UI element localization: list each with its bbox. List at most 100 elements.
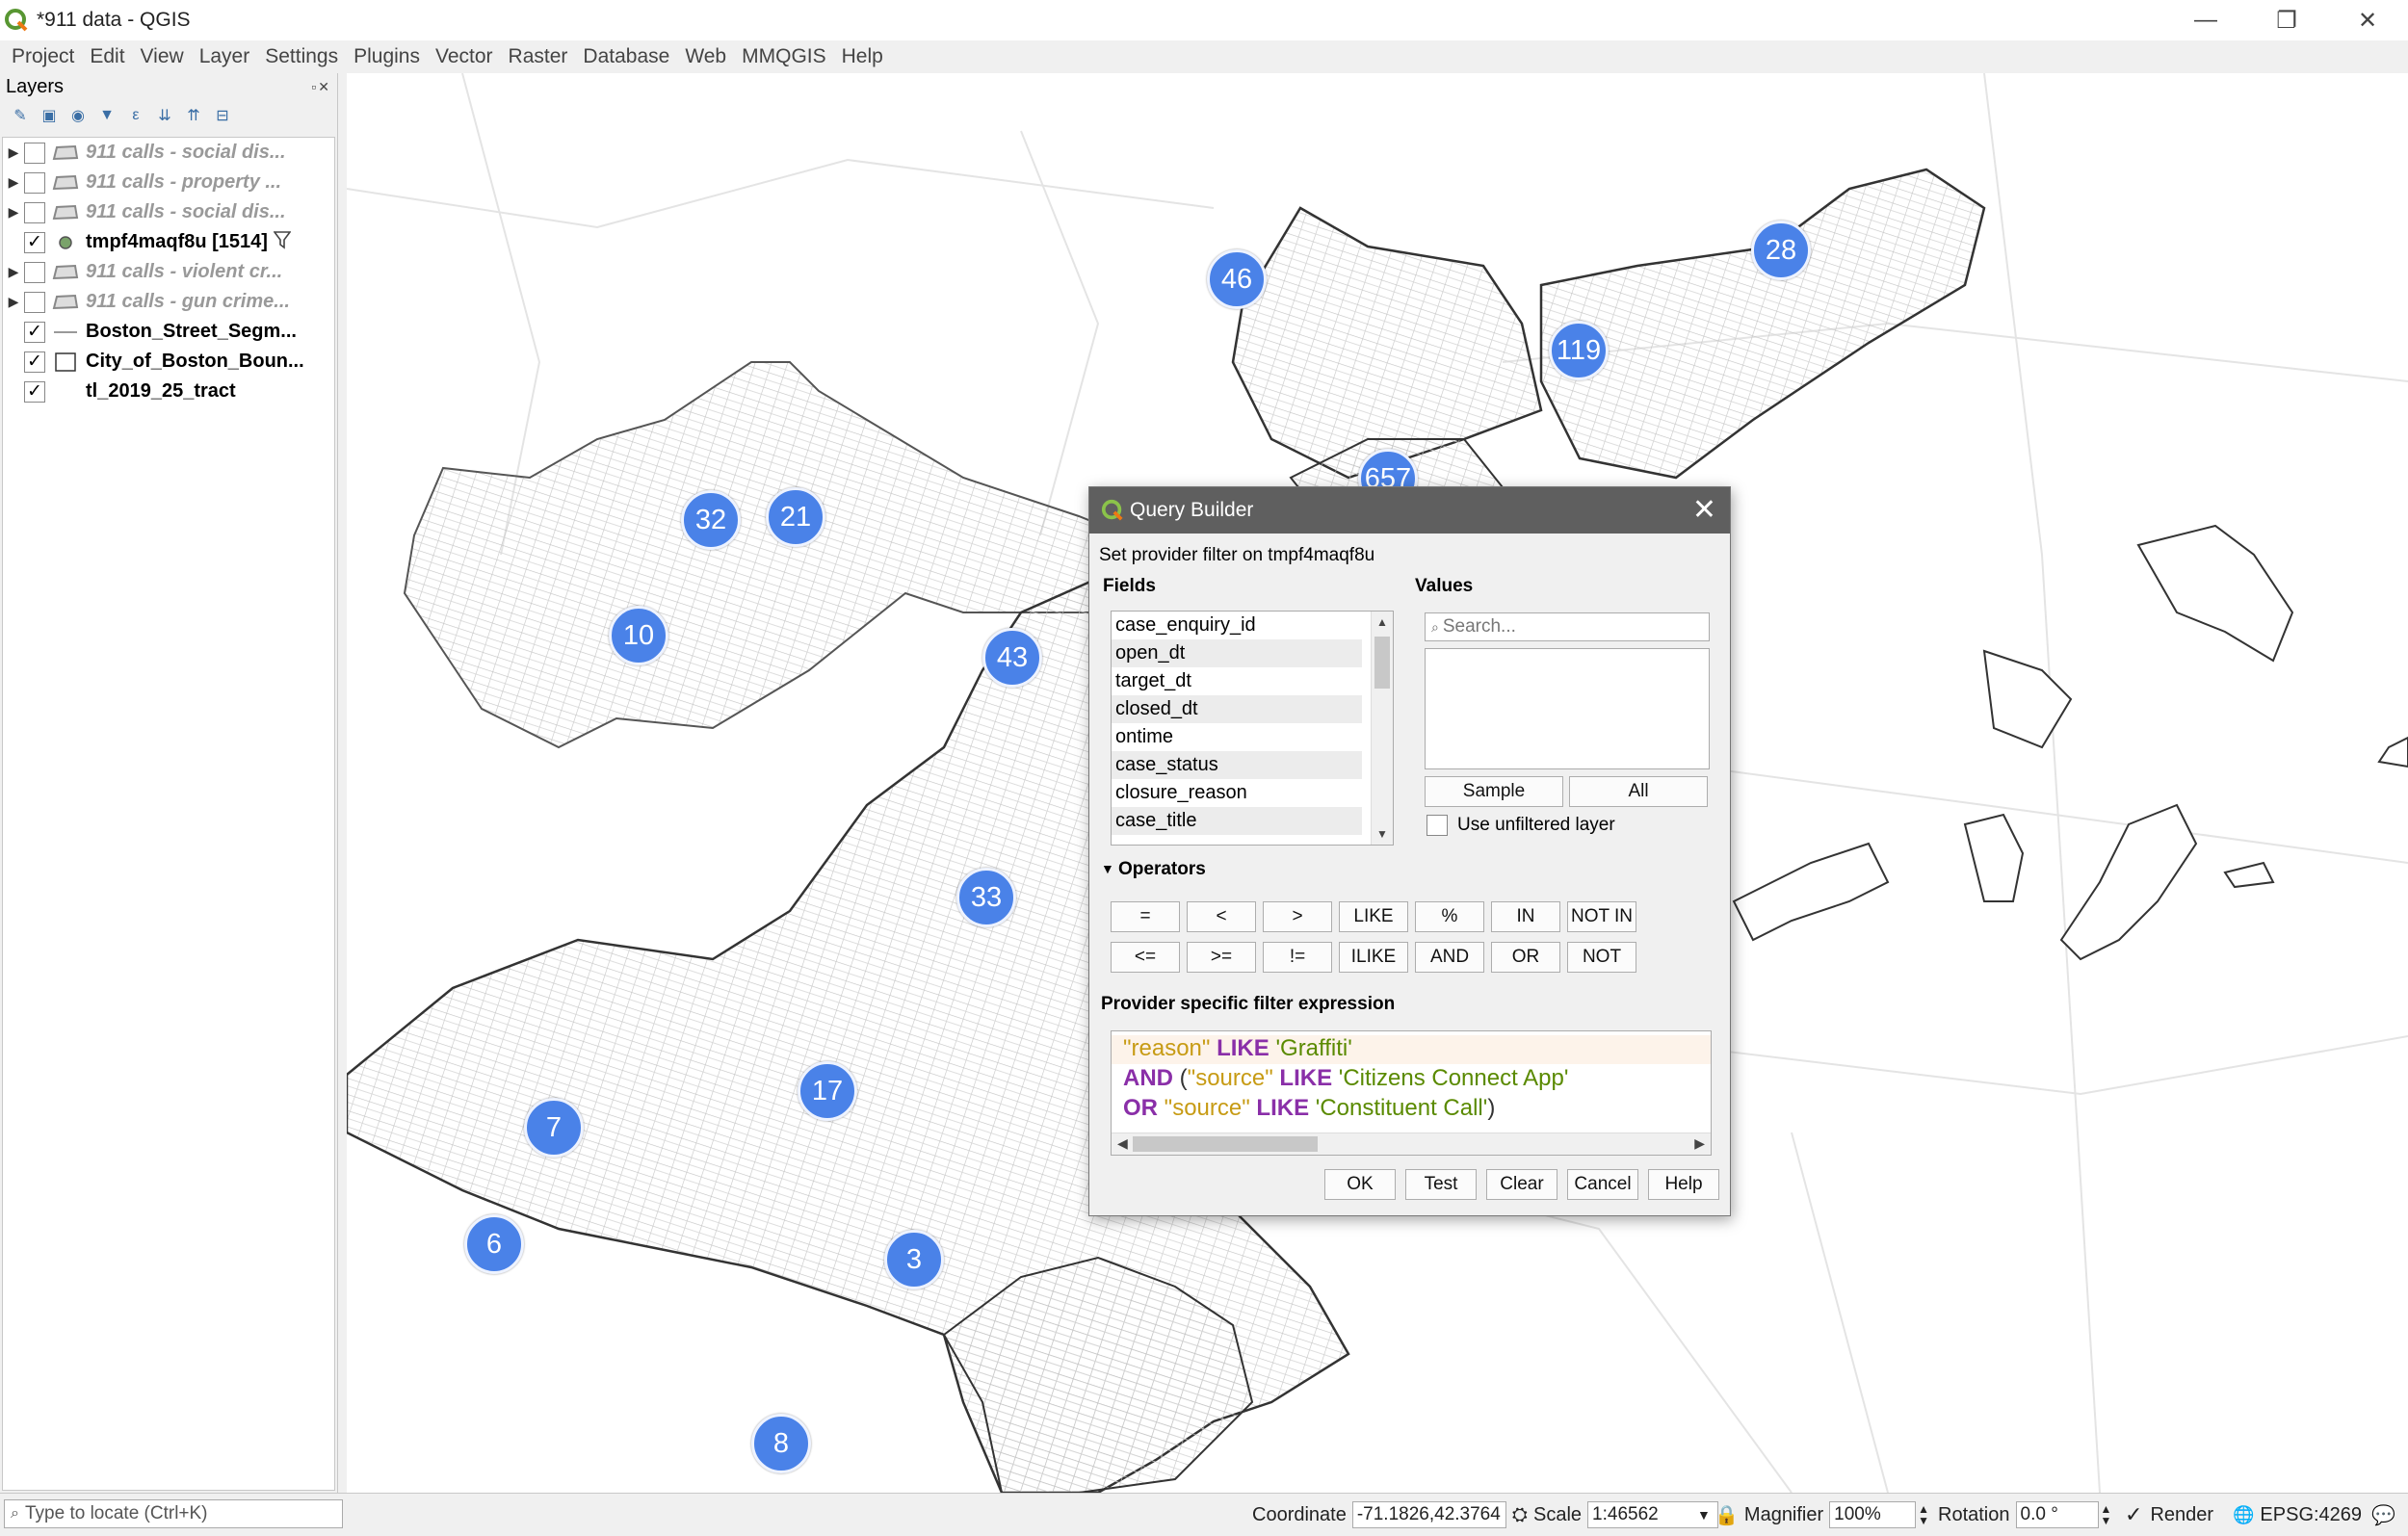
cluster-marker[interactable]: 119 xyxy=(1549,321,1609,380)
locator-input[interactable]: ⌕ Type to locate (Ctrl+K) xyxy=(4,1499,343,1528)
operator-equals-button[interactable]: = xyxy=(1111,901,1180,932)
operator-less-button[interactable]: < xyxy=(1187,901,1256,932)
chevron-down-icon[interactable]: ▼ xyxy=(1697,1507,1711,1523)
layer-item[interactable]: ▶ 911 calls - violent cr... xyxy=(3,257,334,287)
menu-edit[interactable]: Edit xyxy=(82,45,132,68)
operator-or-button[interactable]: OR xyxy=(1491,942,1560,973)
expand-arrow-icon[interactable]: ▶ xyxy=(3,204,24,221)
layer-item[interactable]: ✓ tmpf4maqf8u [1514] xyxy=(3,227,334,257)
operator-in-button[interactable]: IN xyxy=(1491,901,1560,932)
scroll-thumb[interactable] xyxy=(1374,637,1390,689)
layer-item[interactable]: ✓ City_of_Boston_Boun... xyxy=(3,347,334,377)
minimize-button[interactable]: — xyxy=(2165,0,2246,40)
operator-not-in-button[interactable]: NOT IN xyxy=(1567,901,1636,932)
menu-layer[interactable]: Layer xyxy=(192,45,258,68)
field-item[interactable]: target_dt xyxy=(1112,667,1362,695)
layer-checkbox[interactable]: ✓ xyxy=(24,380,45,403)
menu-plugins[interactable]: Plugins xyxy=(346,45,428,68)
layer-item[interactable]: ▶ 911 calls - social dis... xyxy=(3,138,334,168)
menu-mmqgis[interactable]: MMQGIS xyxy=(734,45,834,68)
filter-expression-editor[interactable]: "reason" LIKE 'Graffiti' AND ("source" L… xyxy=(1111,1030,1712,1156)
cluster-marker[interactable]: 46 xyxy=(1207,249,1267,309)
help-button[interactable]: Help xyxy=(1648,1169,1719,1200)
cluster-marker[interactable]: 21 xyxy=(766,487,825,547)
spin-arrows-icon[interactable]: ▲ ▼ xyxy=(1918,1503,1929,1526)
fields-list[interactable]: case_enquiry_id open_dt target_dt closed… xyxy=(1111,611,1394,846)
operator-less-equal-button[interactable]: <= xyxy=(1111,942,1180,973)
close-dialog-button[interactable]: ✕ xyxy=(1692,493,1716,527)
cluster-marker[interactable]: 17 xyxy=(798,1061,857,1121)
layer-item[interactable]: ▶ 911 calls - property ... xyxy=(3,168,334,197)
expression-scrollbar[interactable]: ◀ ▶ xyxy=(1112,1132,1711,1155)
layer-item[interactable]: ✓ tl_2019_25_tract xyxy=(3,377,334,406)
field-item[interactable]: open_dt xyxy=(1112,639,1362,667)
scroll-thumb[interactable] xyxy=(1133,1136,1318,1152)
filter-icon[interactable] xyxy=(273,230,292,255)
field-item[interactable]: case_status xyxy=(1112,751,1362,779)
layer-item[interactable]: ✓ Boston_Street_Segm... xyxy=(3,317,334,347)
panel-controls[interactable]: ▫✕ xyxy=(311,79,331,95)
operator-not-equal-button[interactable]: != xyxy=(1263,942,1332,973)
scroll-right-icon[interactable]: ▶ xyxy=(1694,1135,1705,1152)
cluster-marker[interactable]: 33 xyxy=(956,868,1016,927)
add-group-icon[interactable]: ▣ xyxy=(39,105,60,126)
style-manager-icon[interactable]: ✎ xyxy=(10,105,31,126)
magnifier-field[interactable]: 100% xyxy=(1829,1501,1917,1528)
field-item[interactable]: closure_reason xyxy=(1112,779,1362,807)
layer-checkbox[interactable] xyxy=(24,291,45,313)
cluster-marker[interactable]: 6 xyxy=(464,1214,524,1274)
lock-icon[interactable]: 🔒 xyxy=(1714,1503,1739,1527)
rotation-field[interactable]: 0.0 ° xyxy=(2015,1501,2099,1528)
coordinate-field[interactable]: -71.1826,42.3764 xyxy=(1351,1501,1506,1528)
layer-checkbox[interactable] xyxy=(24,261,45,283)
cluster-marker[interactable]: 3 xyxy=(884,1230,944,1289)
cluster-marker[interactable]: 10 xyxy=(609,606,668,665)
fields-scrollbar[interactable]: ▲ ▼ xyxy=(1371,612,1393,845)
cluster-marker[interactable]: 8 xyxy=(751,1414,811,1473)
close-window-button[interactable]: ✕ xyxy=(2327,0,2408,40)
render-checkbox[interactable]: ✓ xyxy=(2125,1502,2142,1527)
field-item[interactable]: case_enquiry_id xyxy=(1112,612,1362,639)
visibility-icon[interactable]: ◉ xyxy=(67,105,89,126)
crs-label[interactable]: EPSG:4269 xyxy=(2260,1504,2362,1526)
test-button[interactable]: Test xyxy=(1405,1169,1477,1200)
operator-not-button[interactable]: NOT xyxy=(1567,942,1636,973)
menu-vector[interactable]: Vector xyxy=(428,45,501,68)
collapse-operators-icon[interactable]: ▼ xyxy=(1101,861,1114,876)
menu-help[interactable]: Help xyxy=(834,45,891,68)
layer-checkbox[interactable]: ✓ xyxy=(24,321,45,343)
menu-settings[interactable]: Settings xyxy=(257,45,346,68)
use-unfiltered-layer-checkbox[interactable] xyxy=(1426,815,1448,836)
cluster-marker[interactable]: 28 xyxy=(1751,221,1811,280)
expand-all-icon[interactable]: ⇊ xyxy=(154,105,175,126)
layer-item[interactable]: ▶ 911 calls - social dis... xyxy=(3,197,334,227)
menu-view[interactable]: View xyxy=(133,45,192,68)
expand-arrow-icon[interactable]: ▶ xyxy=(3,144,24,161)
menu-web[interactable]: Web xyxy=(677,45,734,68)
layer-checkbox[interactable]: ✓ xyxy=(24,351,45,373)
field-item[interactable]: case_title xyxy=(1112,807,1362,835)
menu-database[interactable]: Database xyxy=(575,45,677,68)
operator-greater-equal-button[interactable]: >= xyxy=(1187,942,1256,973)
operator-ilike-button[interactable]: ILIKE xyxy=(1339,942,1408,973)
cluster-marker[interactable]: 32 xyxy=(681,490,741,550)
collapse-all-icon[interactable]: ⇈ xyxy=(183,105,204,126)
messages-icon[interactable]: 💬 xyxy=(2371,1503,2395,1527)
expand-arrow-icon[interactable]: ▶ xyxy=(3,294,24,310)
layer-checkbox[interactable]: ✓ xyxy=(24,231,45,253)
field-item[interactable]: closed_dt xyxy=(1112,695,1362,723)
menu-raster[interactable]: Raster xyxy=(501,45,576,68)
dialog-title-bar[interactable]: Query Builder ✕ xyxy=(1089,487,1730,534)
scroll-up-icon[interactable]: ▲ xyxy=(1372,615,1393,629)
cluster-marker[interactable]: 7 xyxy=(524,1098,584,1158)
layer-item[interactable]: ▶ 911 calls - gun crime... xyxy=(3,287,334,317)
layer-checkbox[interactable] xyxy=(24,171,45,194)
layer-checkbox[interactable] xyxy=(24,201,45,223)
field-item[interactable]: ontime xyxy=(1112,723,1362,751)
restore-button[interactable]: ❐ xyxy=(2246,0,2327,40)
filter-expression-icon[interactable]: ε xyxy=(125,105,146,126)
scroll-down-icon[interactable]: ▼ xyxy=(1372,827,1393,841)
all-button[interactable]: All xyxy=(1569,776,1708,807)
operator-and-button[interactable]: AND xyxy=(1415,942,1484,973)
values-list[interactable] xyxy=(1425,648,1710,769)
